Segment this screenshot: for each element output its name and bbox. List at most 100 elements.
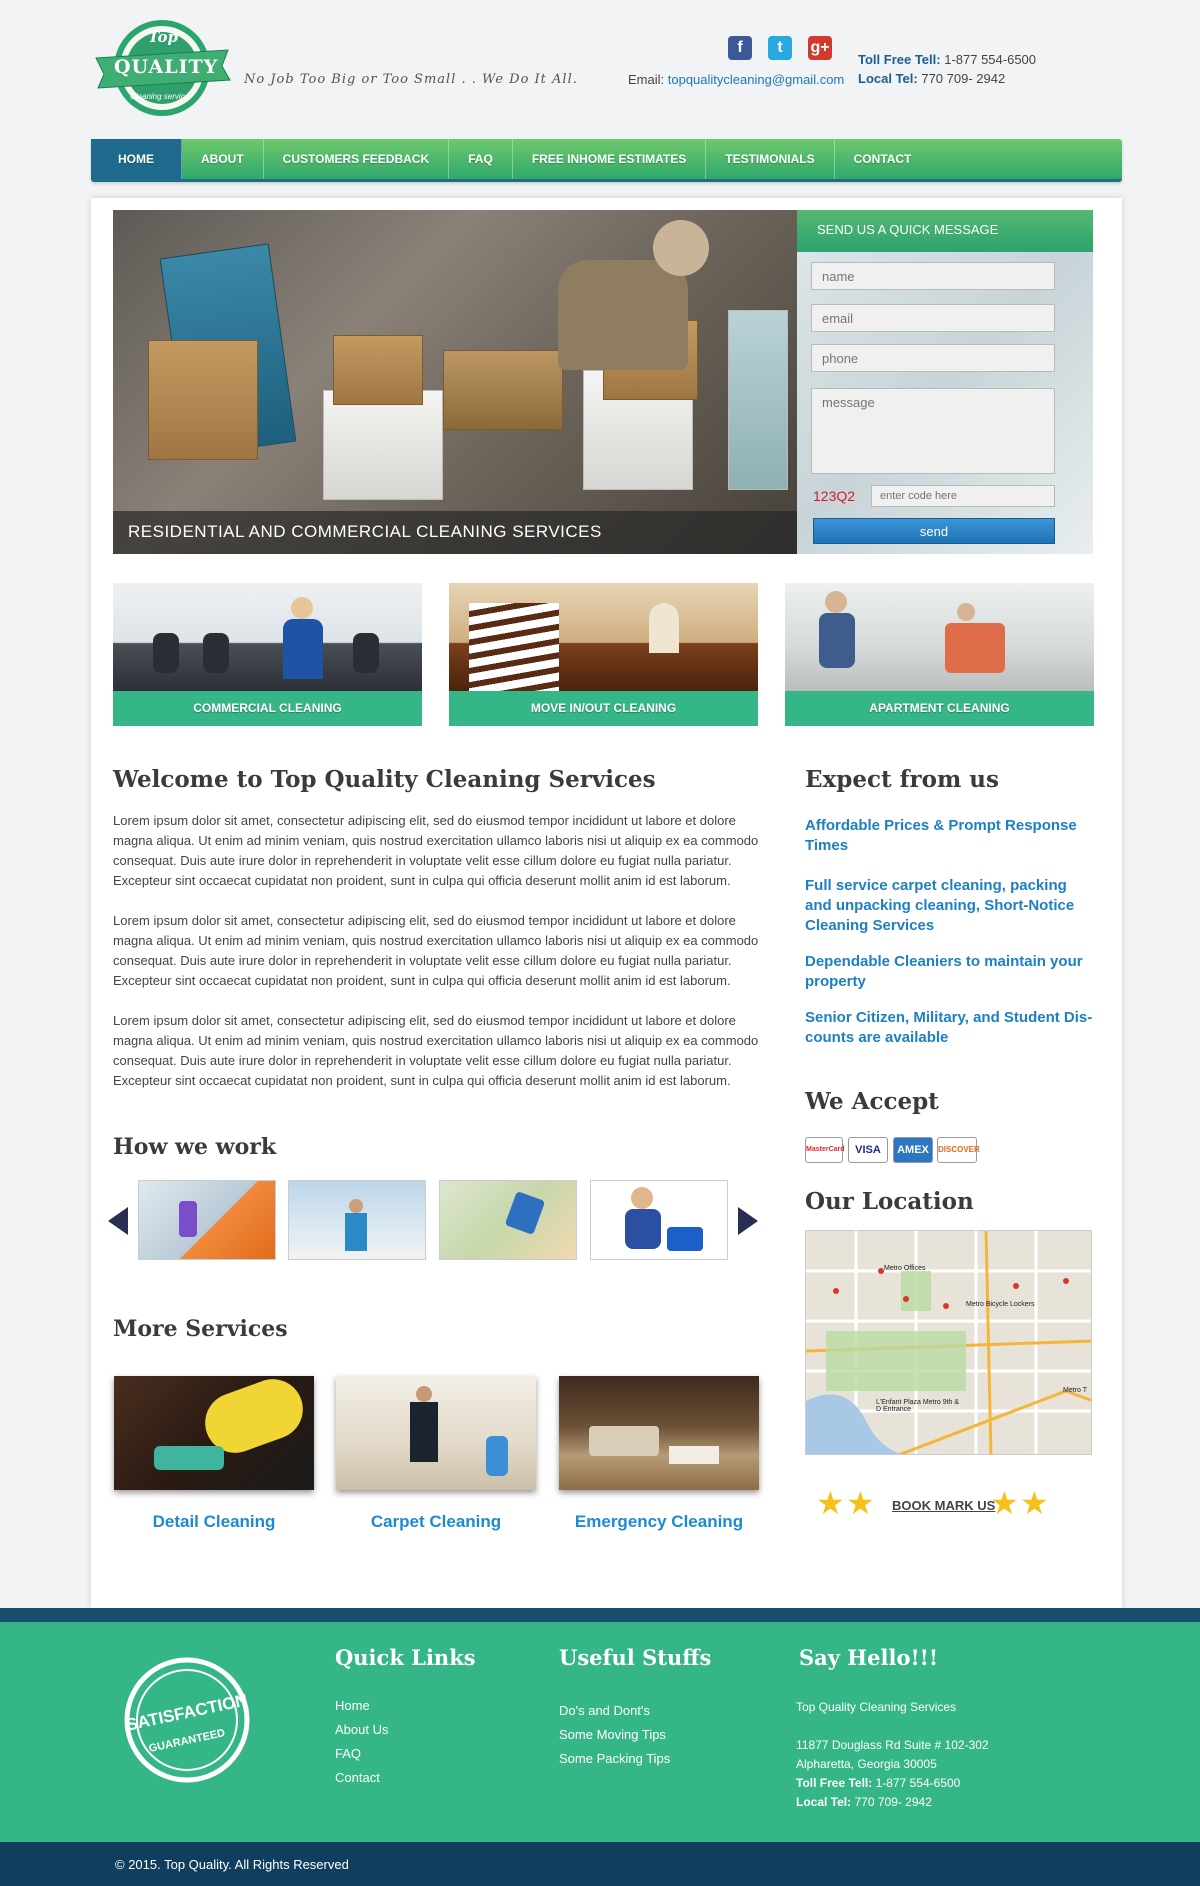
star-icon: ★ bbox=[816, 1485, 845, 1521]
footer-quick-links-title: Quick Links bbox=[335, 1645, 476, 1670]
tollfree-label: Toll Free Tell: bbox=[858, 52, 941, 67]
header-local-tel: Local Tel: 770 709- 2942 bbox=[858, 71, 1005, 86]
expect-title: Expect from us bbox=[805, 766, 999, 793]
captcha-code: 123Q2 bbox=[813, 488, 856, 504]
footer-tollfree-number: 1-877 554-6500 bbox=[875, 1776, 961, 1790]
mastercard-icon: MasterCard bbox=[805, 1137, 845, 1163]
welcome-title: Welcome to Top Quality Cleaning Services bbox=[113, 766, 656, 793]
nav-about[interactable]: ABOUT bbox=[182, 139, 264, 179]
twitter-icon[interactable]: t bbox=[768, 36, 792, 60]
footer-tollfree: Toll Free Tell: 1-877 554-6500 bbox=[796, 1776, 960, 1790]
footer-local: Local Tel: 770 709- 2942 bbox=[796, 1795, 932, 1809]
expect-item-1: Affordable Prices & Prompt Response Time… bbox=[805, 817, 1077, 854]
tile-move-in-out-cleaning[interactable]: MOVE IN/OUT CLEANING bbox=[449, 583, 758, 726]
email-field[interactable] bbox=[811, 304, 1055, 332]
footer-link-dos-donts[interactable]: Do's and Dont's bbox=[559, 1703, 650, 1718]
more-services-title: More Services bbox=[113, 1316, 288, 1342]
how-work-thumb-1[interactable] bbox=[138, 1180, 276, 1260]
footer-link-about[interactable]: About Us bbox=[335, 1722, 388, 1737]
footer-useful-title: Useful Stuffs bbox=[559, 1645, 712, 1670]
carousel-next-icon[interactable] bbox=[738, 1207, 758, 1235]
footer-link-faq[interactable]: FAQ bbox=[335, 1746, 361, 1761]
nav-faq[interactable]: FAQ bbox=[449, 139, 513, 179]
phone-field[interactable] bbox=[811, 344, 1055, 372]
footer-link-home[interactable]: Home bbox=[335, 1698, 370, 1713]
nav-free-inhome-estimates[interactable]: FREE INHOME ESTIMATES bbox=[513, 139, 707, 179]
tollfree-number: 1-877 554-6500 bbox=[944, 52, 1037, 67]
map-label-metro-offices: Metro Offices bbox=[884, 1265, 926, 1272]
carousel-prev-icon[interactable] bbox=[108, 1207, 128, 1235]
footer-local-number: 770 709- 2942 bbox=[854, 1795, 932, 1809]
tile-apartment-cleaning[interactable]: APARTMENT CLEANING bbox=[785, 583, 1094, 726]
how-we-work-title: How we work bbox=[113, 1134, 277, 1160]
discover-icon: DISCOVER bbox=[937, 1137, 980, 1163]
expect-item-4: Senior Citizen, Military, and Student Di… bbox=[805, 1009, 1093, 1046]
expect-item-3: Dependable Cleaniers to maintain your pr… bbox=[805, 953, 1083, 990]
how-work-thumb-4[interactable] bbox=[590, 1180, 728, 1260]
location-title: Our Location bbox=[805, 1188, 974, 1215]
welcome-paragraph-2: Lorem ipsum dolor sit amet, consectetur … bbox=[113, 913, 759, 988]
expect-item-2: Full service carpet cleaning, packing an… bbox=[805, 877, 1075, 934]
local-tel-number: 770 709- 2942 bbox=[921, 71, 1006, 86]
footer-address-2: Alpharetta, Georgia 30005 bbox=[796, 1757, 937, 1771]
bookmark-link[interactable]: BOOK MARK US bbox=[892, 1498, 995, 1513]
header-email: Email: topqualitycleaning@gmail.com bbox=[628, 72, 844, 87]
how-work-thumb-3[interactable] bbox=[439, 1180, 577, 1260]
nav-customers-feedback[interactable]: CUSTOMERS FEEDBACK bbox=[264, 139, 450, 179]
nav-home[interactable]: HOME bbox=[91, 139, 182, 179]
main-nav: HOME ABOUT CUSTOMERS FEEDBACK FAQ FREE I… bbox=[91, 139, 1122, 182]
local-tel-label: Local Tel: bbox=[858, 71, 918, 86]
message-field[interactable] bbox=[811, 388, 1055, 474]
footer-link-contact[interactable]: Contact bbox=[335, 1770, 380, 1785]
emergency-cleaning-link[interactable]: Emergency Cleaning bbox=[559, 1512, 759, 1532]
satisfaction-guaranteed-seal: SATISFACTION GUARANTEED bbox=[122, 1655, 252, 1785]
how-work-thumb-2[interactable] bbox=[288, 1180, 426, 1260]
hero-caption: RESIDENTIAL AND COMMERCIAL CLEANING SERV… bbox=[128, 522, 602, 541]
email-label: Email: bbox=[628, 72, 665, 87]
tile-move-image bbox=[449, 583, 758, 691]
footer-tollfree-label: Toll Free Tell: bbox=[796, 1776, 873, 1790]
name-field[interactable] bbox=[811, 262, 1055, 290]
welcome-paragraph-3: Lorem ipsum dolor sit amet, consectetur … bbox=[113, 1013, 759, 1088]
map-label-bicycle-lockers: Metro Bicycle Lockers bbox=[966, 1301, 1035, 1308]
footer-hello-title: Say Hello!!! bbox=[799, 1645, 939, 1670]
tagline: No Job Too Big or Too Small . . We Do It… bbox=[244, 72, 578, 87]
carpet-cleaning-link[interactable]: Carpet Cleaning bbox=[336, 1512, 536, 1532]
map-label-lenfant: L'Enfant Plaza Metro 9th & D Entrance bbox=[876, 1399, 960, 1413]
tile-commercial-image bbox=[113, 583, 422, 691]
brand-logo[interactable]: Top QUALITY Cleaning service bbox=[92, 16, 232, 120]
nav-contact[interactable]: CONTACT bbox=[835, 139, 931, 179]
footer-link-packing-tips[interactable]: Some Packing Tips bbox=[559, 1751, 670, 1766]
copyright: © 2015. Top Quality. All Rights Reserved bbox=[115, 1857, 349, 1872]
accept-title: We Accept bbox=[805, 1088, 939, 1115]
visa-icon: VISA bbox=[848, 1137, 888, 1163]
star-icon: ★ bbox=[846, 1485, 875, 1521]
star-icon: ★ bbox=[990, 1485, 1019, 1521]
logo-sub-text: Cleaning service bbox=[130, 92, 190, 101]
map-label-metro-t: Metro T bbox=[1063, 1387, 1087, 1394]
detail-cleaning-link[interactable]: Detail Cleaning bbox=[114, 1512, 314, 1532]
email-link[interactable]: topqualitycleaning@gmail.com bbox=[668, 72, 845, 87]
tile-move-label: MOVE IN/OUT CLEANING bbox=[449, 691, 758, 726]
footer-local-label: Local Tel: bbox=[796, 1795, 852, 1809]
quick-message-form: SEND US A QUICK MESSAGE 123Q2 send bbox=[797, 210, 1093, 554]
header-tollfree: Toll Free Tell: 1-877 554-6500 bbox=[858, 52, 1036, 67]
captcha-input[interactable] bbox=[871, 485, 1055, 507]
location-map[interactable]: Metro Offices Metro Bicycle Lockers L'En… bbox=[805, 1230, 1092, 1455]
google-plus-icon[interactable]: g+ bbox=[808, 36, 832, 60]
emergency-cleaning-image[interactable] bbox=[559, 1376, 759, 1490]
tile-commercial-label: COMMERCIAL CLEANING bbox=[113, 691, 422, 726]
send-button[interactable]: send bbox=[813, 518, 1055, 544]
detail-cleaning-image[interactable] bbox=[114, 1376, 314, 1490]
footer-link-moving-tips[interactable]: Some Moving Tips bbox=[559, 1727, 666, 1742]
facebook-icon[interactable]: f bbox=[728, 36, 752, 60]
carpet-cleaning-image[interactable] bbox=[336, 1376, 536, 1490]
star-icon: ★ bbox=[1020, 1485, 1049, 1521]
logo-top-text: Top bbox=[148, 28, 178, 46]
welcome-paragraph-1: Lorem ipsum dolor sit amet, consectetur … bbox=[113, 813, 759, 888]
nav-testimonials[interactable]: TESTIMONIALS bbox=[706, 139, 835, 179]
footer-divider bbox=[0, 1608, 1200, 1622]
hero-image bbox=[113, 210, 797, 554]
tile-apartment-image bbox=[785, 583, 1094, 691]
tile-commercial-cleaning[interactable]: COMMERCIAL CLEANING bbox=[113, 583, 422, 726]
